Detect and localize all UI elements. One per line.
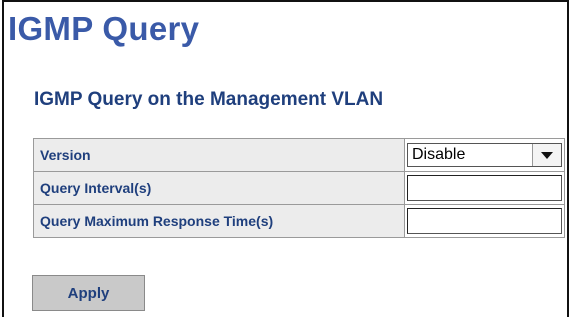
- version-label: Version: [33, 138, 405, 172]
- query-interval-input[interactable]: [407, 175, 562, 201]
- query-interval-label: Query Interval(s): [33, 171, 405, 205]
- section-title: IGMP Query on the Management VLAN: [34, 89, 384, 110]
- page-title: IGMP Query: [8, 10, 200, 47]
- version-select[interactable]: Disable: [407, 143, 562, 167]
- apply-button[interactable]: Apply: [32, 275, 145, 311]
- table-row-query-max-response: Query Maximum Response Time(s): [33, 204, 565, 238]
- query-interval-cell: [404, 171, 565, 205]
- version-select-value: Disable: [412, 146, 466, 163]
- table-row-query-interval: Query Interval(s): [33, 171, 565, 205]
- table-row-version: Version Disable: [33, 138, 565, 172]
- query-max-response-cell: [404, 204, 565, 238]
- igmp-query-settings-table: Version Disable Query Interval(s) Query …: [33, 138, 565, 238]
- query-max-response-input[interactable]: [407, 208, 562, 234]
- version-cell: Disable: [404, 138, 565, 172]
- query-max-response-label: Query Maximum Response Time(s): [33, 204, 405, 238]
- chevron-down-icon[interactable]: [532, 144, 561, 166]
